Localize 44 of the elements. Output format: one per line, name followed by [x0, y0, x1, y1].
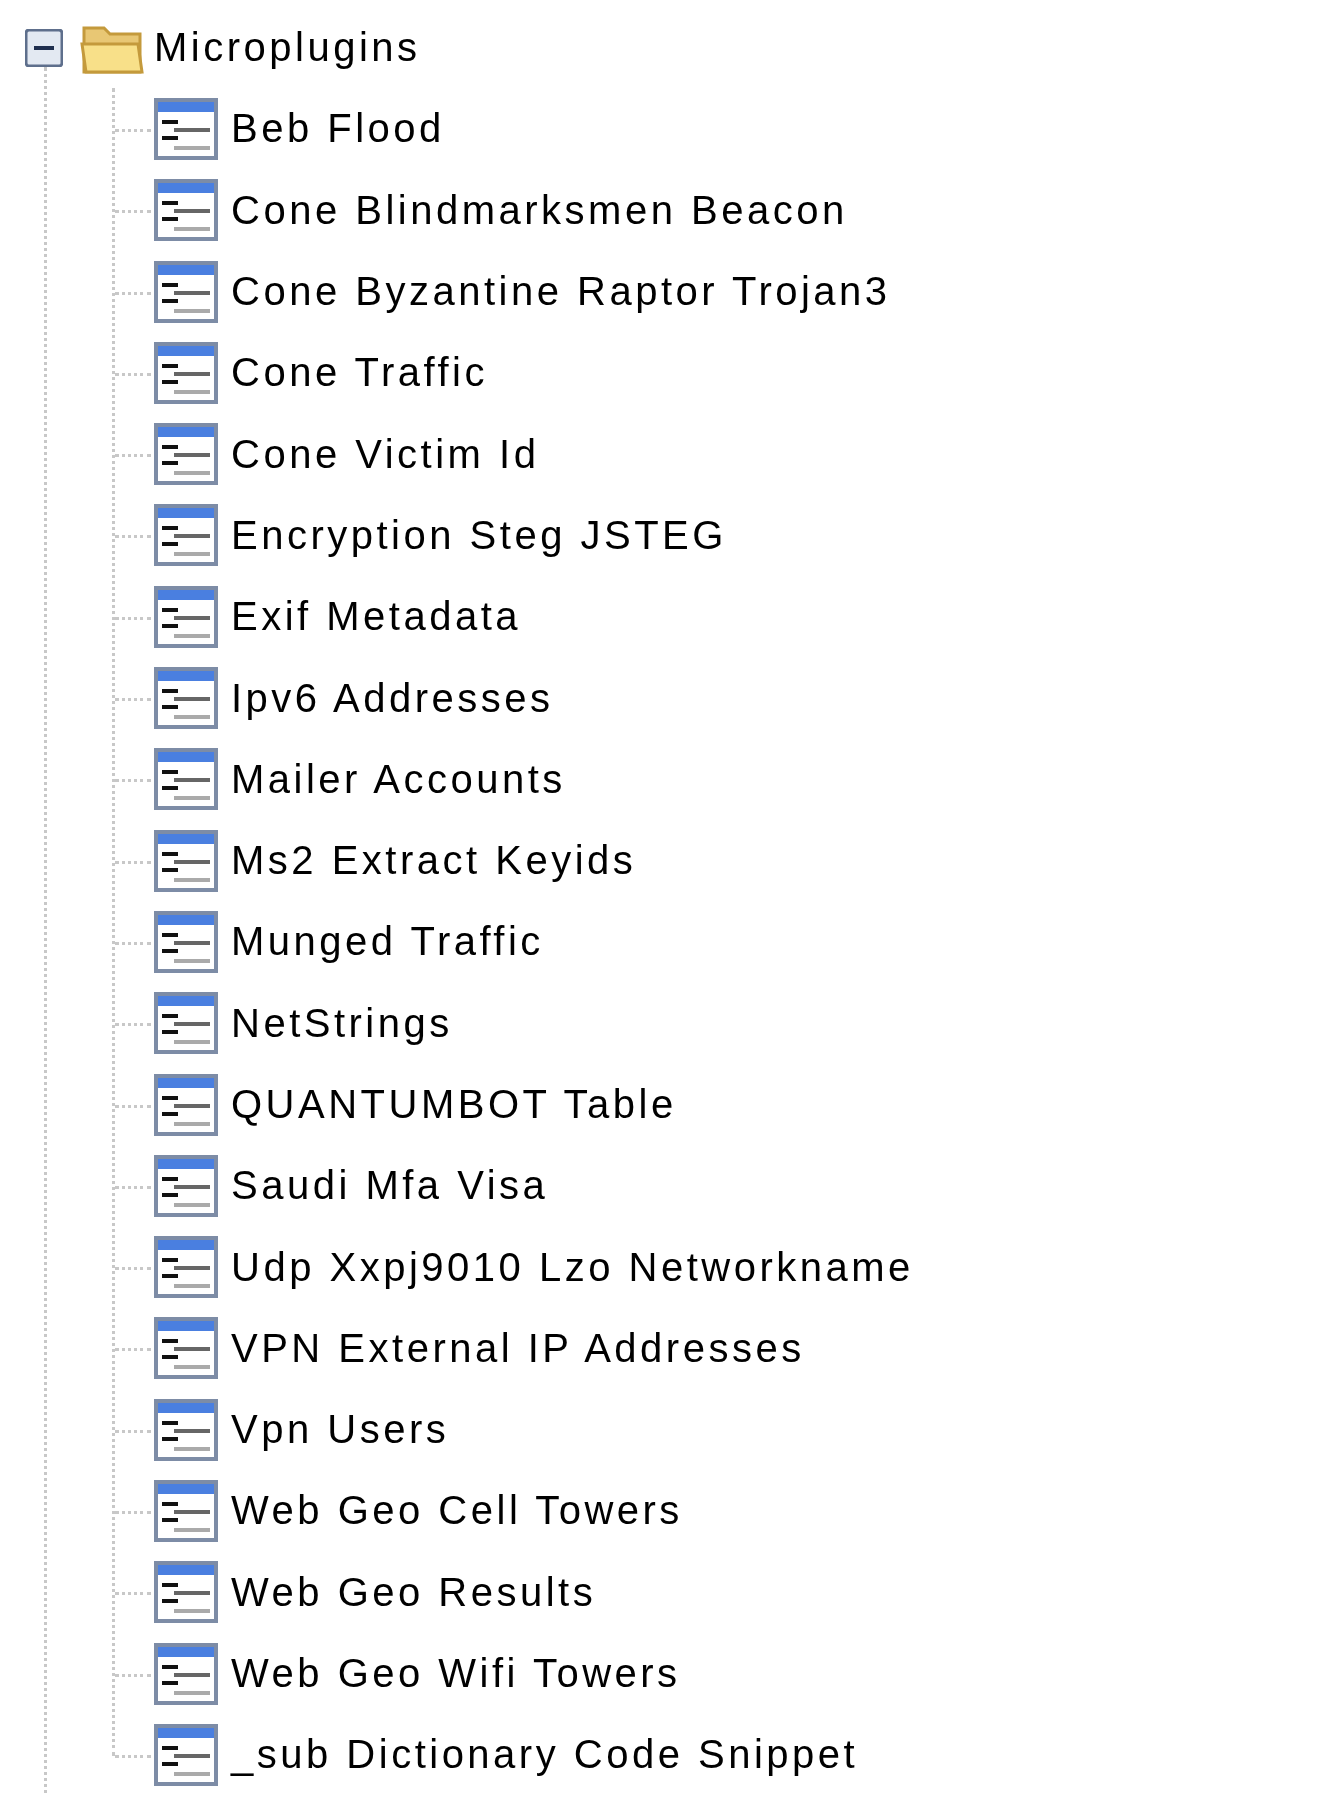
tree-item-label[interactable]: Cone Victim Id [231, 431, 540, 477]
tree-item-label[interactable]: VPN External IP Addresses [231, 1325, 805, 1371]
tree-item-label[interactable]: Ipv6 Addresses [231, 675, 554, 721]
table-icon [154, 992, 218, 1055]
table-icon [154, 1723, 218, 1786]
collapse-toggle[interactable] [25, 28, 63, 67]
folder-label[interactable]: Microplugins [154, 25, 421, 71]
table-icon [154, 748, 218, 811]
table-icon [154, 585, 218, 648]
table-icon [154, 423, 218, 486]
tree-item-label[interactable]: Beb Flood [231, 106, 445, 152]
table-icon [154, 1480, 218, 1542]
table-icon [154, 910, 218, 973]
tree-item-label[interactable]: NetStrings [231, 1000, 453, 1046]
tree-item-label[interactable]: Mailer Accounts [231, 756, 566, 802]
table-icon [154, 1398, 218, 1461]
table-icon [154, 1561, 218, 1624]
table-icon [154, 504, 218, 567]
table-icon [154, 1154, 218, 1217]
table-icon [154, 667, 218, 729]
tree-item-label[interactable]: Udp Xxpj9010 Lzo Networkname [231, 1244, 914, 1290]
tree-item-label[interactable]: Cone Byzantine Raptor Trojan3 [231, 269, 891, 315]
table-icon [154, 97, 218, 160]
tree-item-label[interactable]: Saudi Mfa Visa [231, 1163, 549, 1209]
tree-item-label[interactable]: Ms2 Extract Keyids [231, 838, 637, 884]
table-icon [154, 179, 218, 242]
table-icon [154, 1317, 218, 1380]
table-icon [154, 1236, 218, 1299]
tree-item-label[interactable]: Web Geo Cell Towers [231, 1488, 683, 1534]
tree-item-label[interactable]: _sub Dictionary Code Snippet [231, 1732, 859, 1778]
tree-item-label[interactable]: QUANTUMBOT Table [231, 1082, 677, 1127]
table-icon [154, 829, 218, 892]
tree-item-label[interactable]: Web Geo Wifi Towers [231, 1651, 681, 1697]
table-icon [154, 260, 218, 323]
table-icon [154, 1073, 218, 1136]
tree-item-label[interactable]: Exif Metadata [231, 594, 522, 640]
tree-item-label[interactable]: Cone Blindmarksmen Beacon [231, 187, 848, 233]
tree-item-label[interactable]: Cone Traffic [231, 350, 488, 396]
tree-item-label[interactable]: Munged Traffic [231, 919, 544, 965]
tree-item-label[interactable]: Encryption Steg JSTEG [231, 512, 727, 558]
tree-item-label[interactable]: Web Geo Results [231, 1569, 597, 1615]
tree-item-label[interactable]: Vpn Users [231, 1407, 450, 1453]
table-icon [154, 341, 218, 404]
table-icon [154, 1642, 218, 1705]
